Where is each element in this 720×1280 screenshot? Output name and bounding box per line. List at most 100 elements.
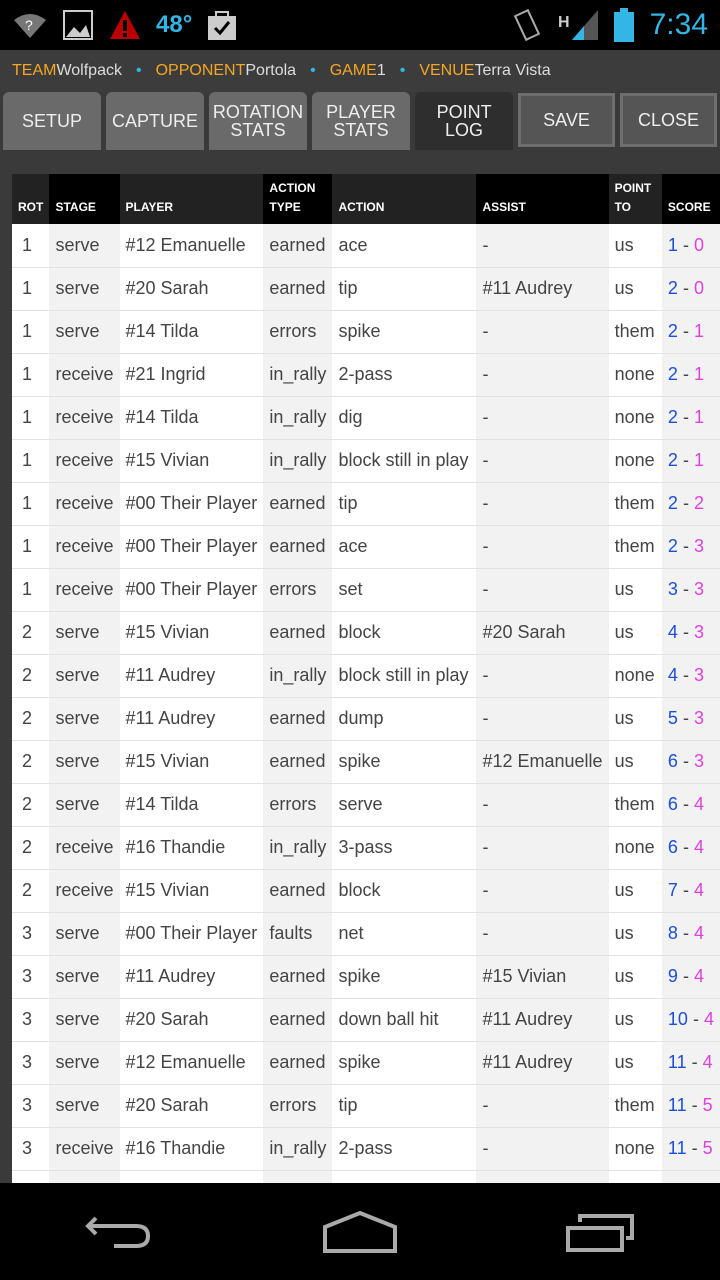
table-cell: receive <box>49 353 120 397</box>
table-row[interactable]: 1 receive #00 Their Player errors set - us 3 - … <box>12 568 720 612</box>
us-score: 2 <box>667 278 678 298</box>
them-score: 3 <box>693 708 704 728</box>
table-row[interactable]: 2 receive #16 Thandie in_rally 3-pass - none 6 … <box>12 826 720 870</box>
table-row[interactable]: 3 receive #16 Thandie in_rally 2-pass - none 11… <box>12 1127 720 1171</box>
tab-capture[interactable]: CAPTURE <box>106 92 204 150</box>
table-row[interactable]: 1 receive #15 Vivian in_rally block still in… <box>12 439 720 483</box>
table-cell: - <box>476 697 609 741</box>
table-cell: them <box>608 1084 662 1128</box>
table-row[interactable]: 2 receive #15 Vivian earned block - us 7 - 4 <box>12 869 720 913</box>
them-score: 4 <box>693 880 704 900</box>
score-cell: 2 - 1 <box>661 353 720 397</box>
game-label: GAME <box>329 62 377 79</box>
score-cell: 2 - 1 <box>661 396 720 440</box>
column-header: ACTION <box>332 174 477 224</box>
table-row[interactable]: 2 serve #14 Tilda errors serve - them 6 - 4 <box>12 783 720 827</box>
table-cell: 1 <box>12 353 50 397</box>
home-icon[interactable] <box>322 1210 397 1253</box>
table-cell: #15 Vivian <box>119 740 264 784</box>
table-cell: receive <box>49 568 120 612</box>
table-row[interactable]: 3 serve #20 Sarah earned down ball hit #11 Au… <box>12 998 720 1042</box>
save-button[interactable]: SAVE <box>518 93 615 147</box>
table-cell: us <box>608 869 662 913</box>
table-row[interactable]: 2 serve #15 Vivian earned block #20 Sarah us 4 … <box>12 611 720 655</box>
table-row[interactable]: 1 receive #00 Their Player earned ace - them 2 … <box>12 525 720 569</box>
column-header: PLAYER <box>119 174 264 224</box>
them-score: 3 <box>693 579 704 599</box>
table-row[interactable]: 1 receive #14 Tilda in_rally dig - none 2 - 1 <box>12 396 720 440</box>
us-score: 7 <box>667 880 678 900</box>
tab-setup[interactable]: SETUP <box>3 92 101 150</box>
table-row[interactable]: 3receive#12 Emanuellein_rallyblock still… <box>12 1170 720 1183</box>
recent-apps-icon[interactable] <box>565 1212 636 1252</box>
table-cell: - <box>476 869 609 913</box>
point-log-table[interactable]: ROT STAGE PLAYER ACTION TYPE ACTION ASSIST POI… <box>12 174 720 1183</box>
table-cell: serve <box>49 912 120 956</box>
table-row[interactable]: 1 receive #00 Their Player earned tip - them 2 … <box>12 482 720 526</box>
score-cell: 1 - 0 <box>661 224 720 268</box>
table-cell: #00 Their Player <box>119 568 264 612</box>
table-cell: serve <box>49 740 120 784</box>
tab-player-stats[interactable]: PLAYER STATS <box>312 92 410 150</box>
them-score: 4 <box>703 1009 714 1029</box>
table-cell: #11 Audrey <box>119 697 264 741</box>
table-cell: 1 <box>12 310 50 354</box>
score-cell: 6 - 4 <box>661 783 720 827</box>
table-cell: block <box>332 869 477 913</box>
them-score: 5 <box>702 1095 713 1115</box>
them-score: 0 <box>693 278 704 298</box>
table-cell: #16 Thandie <box>119 826 264 870</box>
table-cell: 3 <box>12 998 50 1042</box>
us-score: 5 <box>667 708 678 728</box>
table-row[interactable]: 2 serve #11 Audrey earned dump - us 5 - 3 <box>12 697 720 741</box>
opponent-value: Portola <box>245 62 297 79</box>
table-row[interactable]: 2 serve #11 Audrey in_rally block still in p… <box>12 654 720 698</box>
table-cell: us <box>608 224 662 268</box>
table-cell: #11 Audrey <box>476 998 609 1042</box>
table-cell: 1 <box>12 267 50 311</box>
them-score: 3 <box>693 536 704 556</box>
table-row[interactable]: 1 receive #21 Ingrid in_rally 2-pass - none 2 -… <box>12 353 720 397</box>
table-cell: serve <box>49 611 120 655</box>
close-button[interactable]: CLOSE <box>620 93 717 147</box>
table-row[interactable]: 3 serve #00 Their Player faults net - us 8 - 4 <box>12 912 720 956</box>
table-cell: us <box>608 955 662 999</box>
us-score: 3 <box>667 579 678 599</box>
table-cell: #15 Vivian <box>476 955 609 999</box>
them-score: 1 <box>693 321 704 341</box>
table-row[interactable]: 2 serve #15 Vivian earned spike #12 Emanuelle… <box>12 740 720 784</box>
table-cell: 2 <box>12 783 50 827</box>
table-cell: #11 Audrey <box>119 654 264 698</box>
table-cell: in_rally <box>263 1127 333 1171</box>
signal-icon <box>571 10 598 40</box>
table-row[interactable]: 3 serve #11 Audrey earned spike #15 Vivian us 9… <box>12 955 720 999</box>
table-row[interactable]: 3 serve #12 Emanuelle earned spike #11 Audrey… <box>12 1041 720 1085</box>
us-score: 11 <box>667 1095 687 1115</box>
table-cell: #20 Sarah <box>119 267 264 311</box>
tab-point-log[interactable]: POINT LOG <box>415 92 513 150</box>
score-cell: 2 - 1 <box>661 439 720 483</box>
score-cell: 6 - 3 <box>661 740 720 784</box>
them-score: 2 <box>693 493 704 513</box>
table-cell: spike <box>332 955 477 999</box>
us-score: 2 <box>667 493 678 513</box>
table-cell: 2 <box>12 697 50 741</box>
table-row[interactable]: 1 serve #14 Tilda errors spike - them 2 - 1 <box>12 310 720 354</box>
them-score: 4 <box>693 966 704 986</box>
table-cell: tip <box>332 482 477 526</box>
table-cell: earned <box>263 267 333 311</box>
table-row[interactable]: 1 serve #20 Sarah earned tip #11 Audrey us 2 - … <box>12 267 720 311</box>
them-score: 4 <box>693 923 704 943</box>
us-score: 11 <box>667 1052 687 1072</box>
table-cell: 2 <box>12 611 50 655</box>
us-score: 8 <box>667 923 678 943</box>
table-cell: ace <box>332 224 477 268</box>
wifi-question-icon: ? <box>14 14 46 38</box>
them-score: 3 <box>693 751 704 771</box>
table-cell: block still in play <box>332 654 477 698</box>
back-icon[interactable] <box>84 1212 154 1252</box>
them-score: 0 <box>693 234 704 255</box>
tab-rotation-stats[interactable]: ROTATION STATS <box>209 92 307 150</box>
table-row[interactable]: 3 serve #20 Sarah errors tip - them 11 - 5 <box>12 1084 720 1128</box>
table-row[interactable]: 1 serve #12 Emanuelle earned ace - us 1 - 0 <box>12 224 720 268</box>
